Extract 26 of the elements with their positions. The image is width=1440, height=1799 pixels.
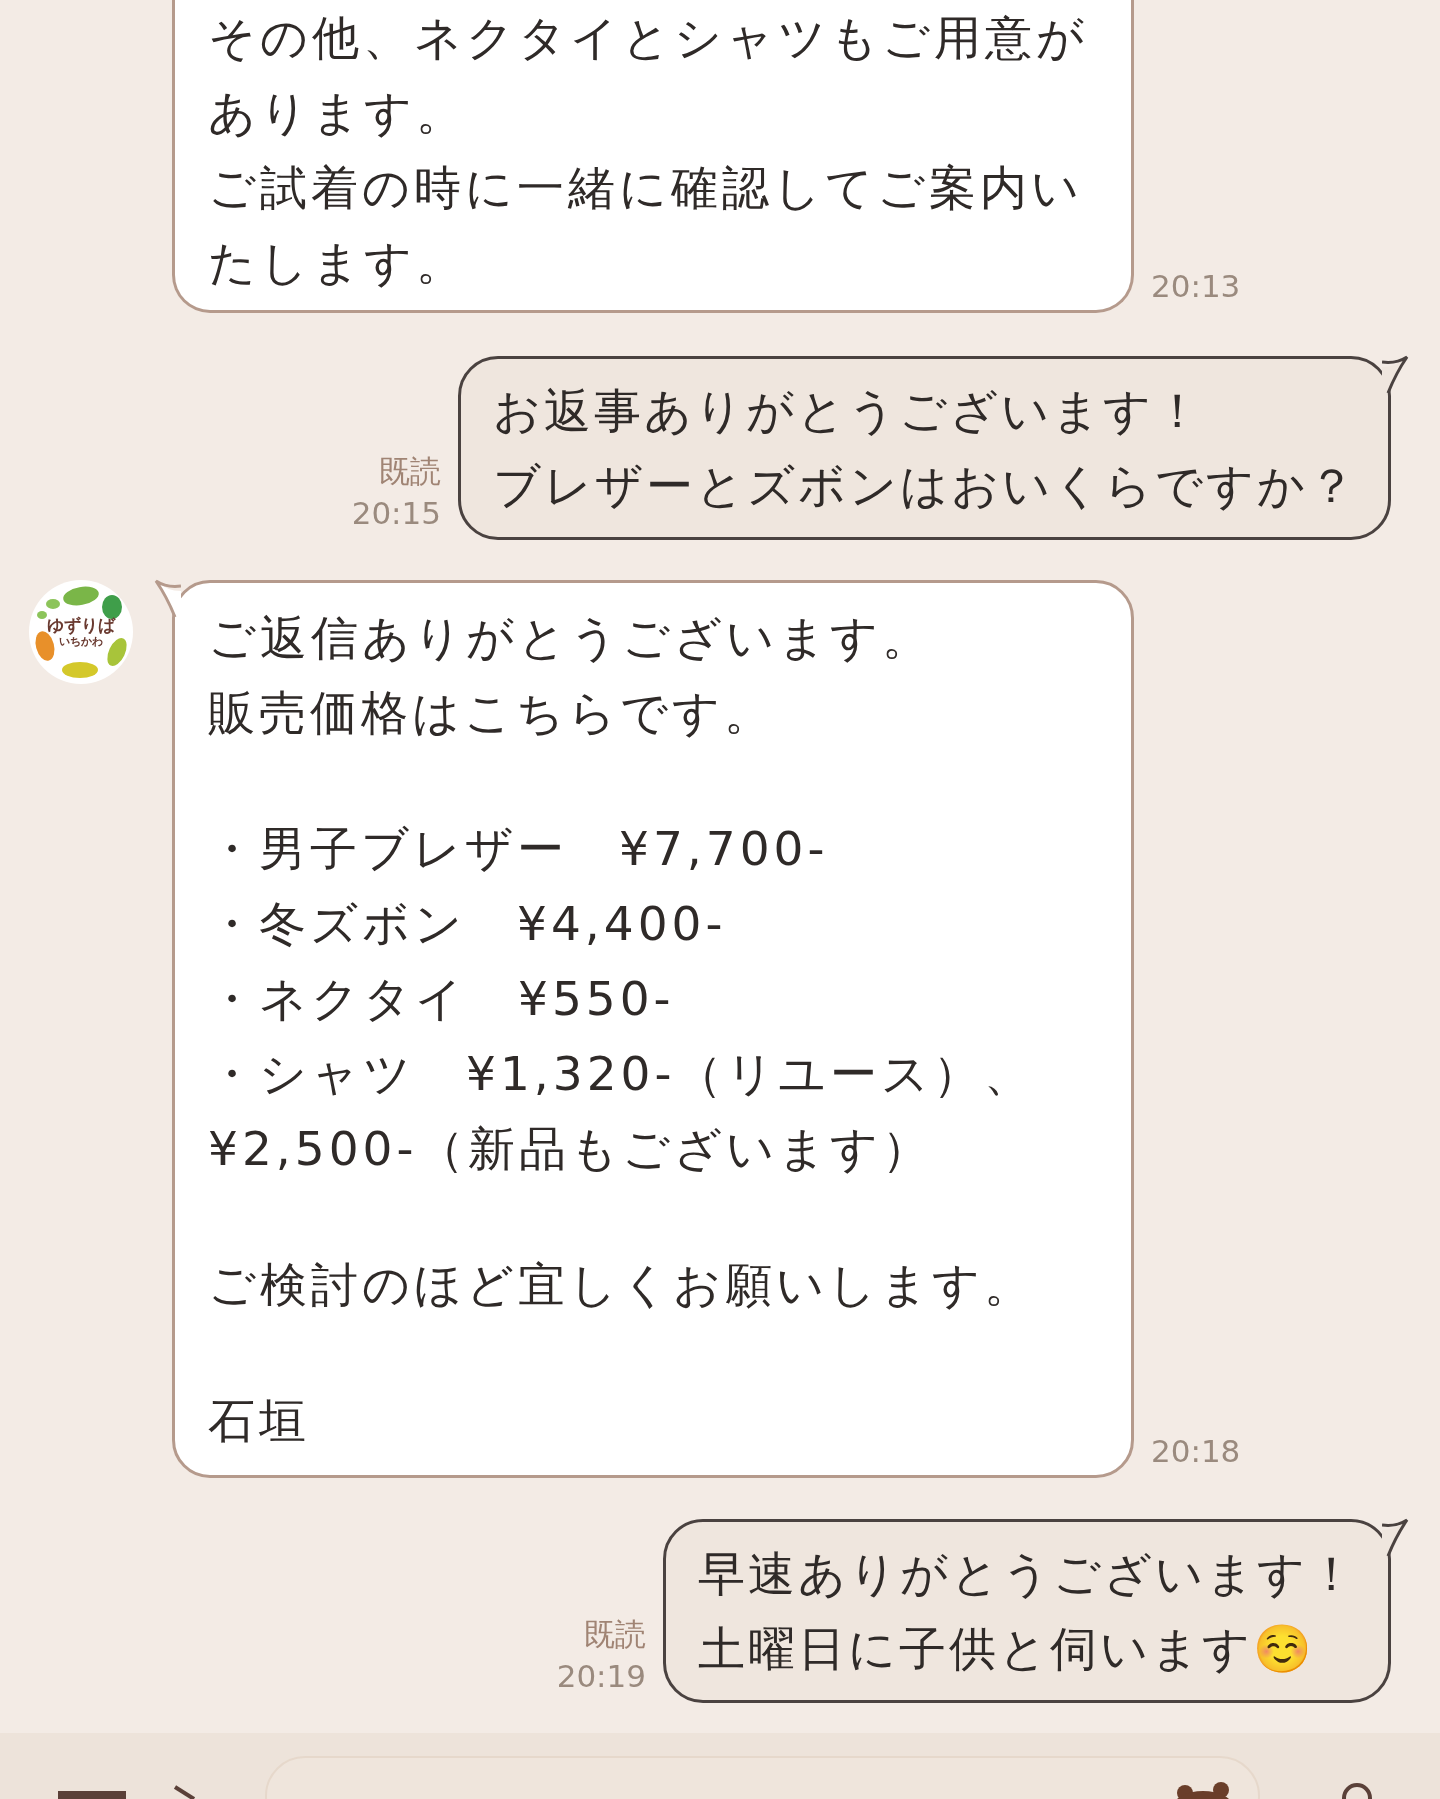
message-text: 土曜日に子供と伺います☺ — [698, 1620, 1316, 1678]
message-text: あります。 — [208, 84, 468, 142]
message-text: お返事ありがとうございます！ — [493, 382, 1205, 440]
timestamp: 20:19 — [556, 1657, 646, 1696]
message-text: ¥2,500-（新品もございます） — [208, 1120, 935, 1178]
message-text: ・シャツ ¥1,320-（リユース）、 — [208, 1045, 1037, 1103]
message-text: ご検討のほど宜しくお願いします。 — [208, 1256, 1036, 1314]
timestamp: 20:15 — [351, 494, 441, 533]
message-text: たします。 — [208, 234, 468, 292]
message-text: ご返信ありがとうございます。 — [208, 609, 934, 667]
message-text: ・ネクタイ ¥550- — [208, 970, 676, 1028]
timestamp: 20:18 — [1151, 1432, 1241, 1471]
message-text: 石垣 — [208, 1392, 311, 1450]
message-text: ブレザーとズボンはおいくらですか？ — [493, 457, 1358, 515]
message-text: ・男子ブレザー ¥7,700- — [208, 820, 830, 878]
logo-text: ゆずりば — [47, 616, 115, 635]
read-receipt: 既読 — [584, 1615, 646, 1654]
message-text: ・冬ズボン ¥4,400- — [208, 895, 728, 953]
message-text: 販売価格はこちらです。 — [208, 684, 776, 742]
message-text: その他、ネクタイとシャツもご用意が — [208, 9, 1089, 67]
logo-subtext: いちかわ — [59, 635, 103, 648]
message-text: 早速ありがとうございます！ — [698, 1545, 1358, 1603]
message-text: ご試着の時に一緒に確認してご案内い — [208, 159, 1084, 217]
read-receipt: 既読 — [379, 452, 441, 491]
avatar[interactable]: ゆずりば いちかわ — [29, 580, 133, 684]
timestamp: 20:13 — [1151, 267, 1241, 306]
